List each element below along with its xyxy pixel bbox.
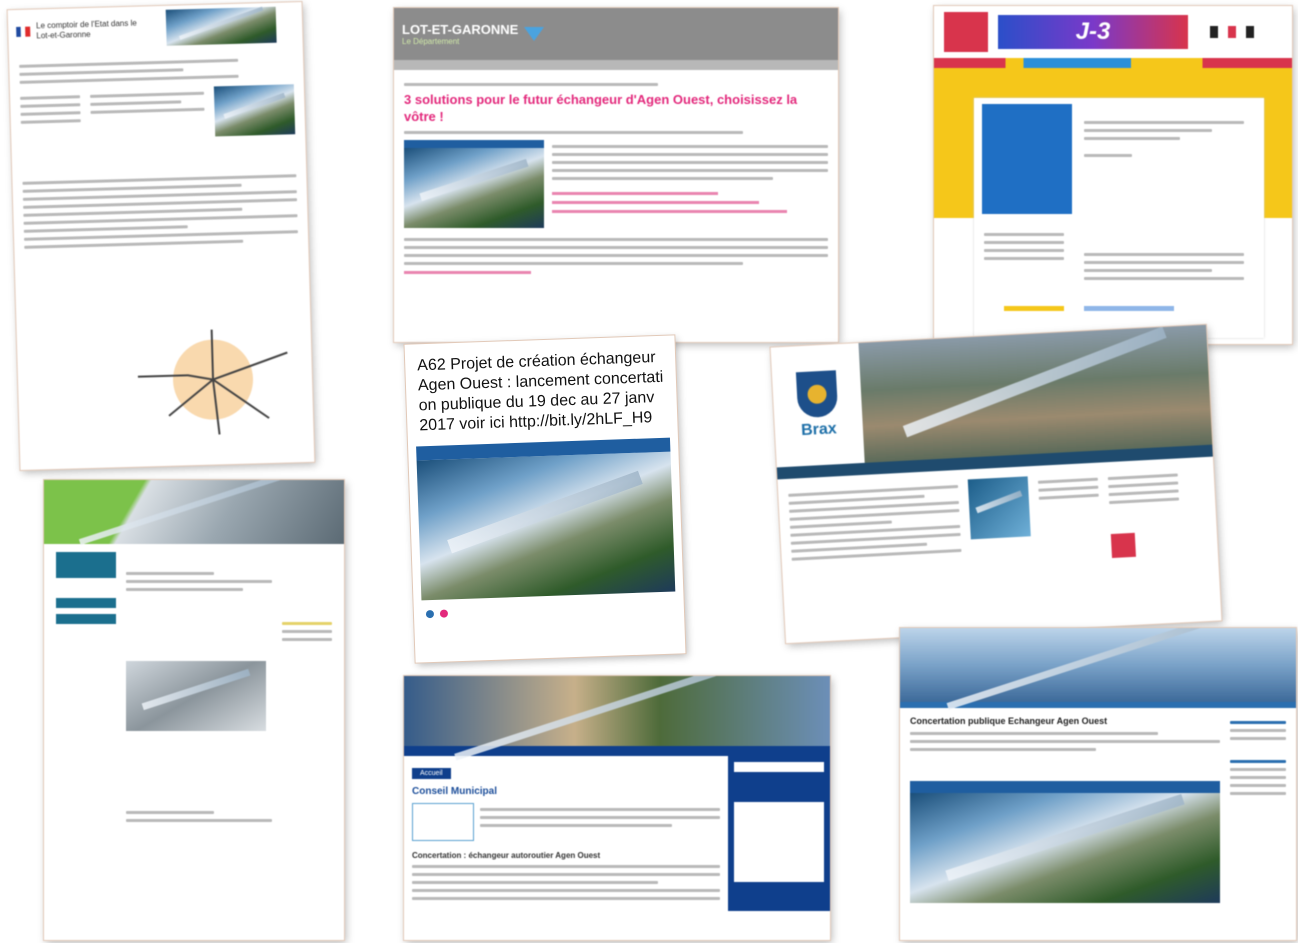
header-image [165,6,277,46]
countdown-text: J-3 [1075,18,1111,45]
article-image [213,84,296,137]
countdown-banner: J-3 [998,15,1188,49]
blue-banner [910,781,1220,793]
logo-icon [524,27,545,41]
logo-block [944,12,988,52]
thumbnail [967,476,1031,540]
interchange-photo [404,140,544,228]
article-photo [126,661,266,731]
menu-item[interactable] [56,614,116,624]
tab-home[interactable]: Accueil [412,768,451,779]
nav-bar[interactable] [934,58,1292,68]
header-photo [900,628,1296,702]
header-photo [404,676,830,746]
screenshot-tweet: A62 Projet de création échangeur Agen Ou… [404,335,686,663]
section-title: Conseil Municipal [412,786,498,797]
town-name: Brax [800,420,838,440]
reply-icon[interactable] [425,609,435,619]
menu-block[interactable] [56,552,116,578]
map-diagram [137,329,288,435]
logo-sketch [412,803,474,841]
page-title: Concertation publique Echangeur Agen Oue… [910,716,1108,726]
screenshot-municipal-site: Accueil Conseil Municipal Concertation :… [404,676,830,940]
coat-of-arms-icon [795,370,839,419]
flag-icon [16,26,31,37]
screenshot-prefecture: Le comptoir de l'Etat dans le Lot-et-Gar… [7,1,315,471]
screenshot-lot-et-garonne: LOT-ET-GARONNE Le Département 3 solution… [394,8,838,342]
tweet-image [416,437,676,601]
like-icon[interactable] [439,609,449,618]
brand-tagline: Le Département [402,37,460,46]
screenshot-concertation: Concertation publique Echangeur Agen Oue… [900,628,1296,940]
tweet-text: A62 Projet de création échangeur Agen Ou… [416,349,664,435]
article-title: Concertation : échangeur autoroutier Age… [412,851,601,860]
interchange-photo [910,793,1220,903]
screenshot-green-site [44,480,344,940]
menu-item[interactable] [56,598,116,608]
screenshot-brax: Brax [770,324,1222,644]
brand-name: LOT-ET-GARONNE [402,22,519,37]
header-photo [44,480,344,544]
search-box[interactable] [734,762,824,772]
headline: 3 solutions pour le futur échangeur d'Ag… [404,92,798,124]
page-title: Le comptoir de l'Etat dans le Lot-et-Gar… [35,18,137,41]
aerial-photo [858,324,1213,463]
screenshot-countdown-site: J-3 [934,6,1292,344]
